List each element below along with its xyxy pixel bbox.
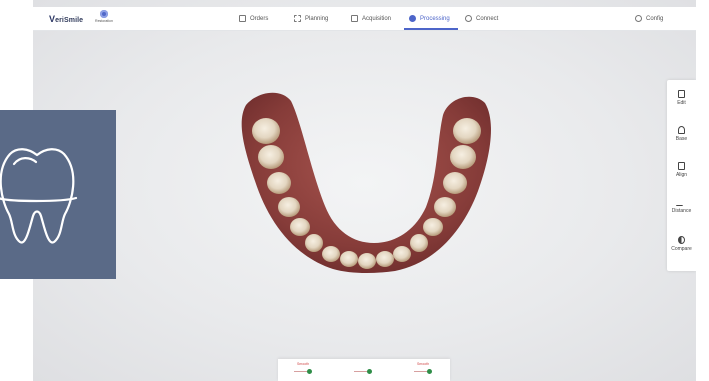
processing-icon	[409, 15, 416, 22]
top-navigation-bar: VeriSmile Restoration Orders Planning Ac…	[33, 7, 696, 31]
nav-connect-label: Connect	[476, 15, 499, 22]
smooth-toggle-1[interactable]: Smooth	[288, 362, 318, 379]
compare-tool-button[interactable]: Compare	[667, 232, 696, 266]
planning-icon	[294, 15, 301, 22]
nav-orders-label: Orders	[250, 15, 269, 22]
toggle-switch-icon	[354, 369, 372, 374]
right-toolbar: Edit Base Align Distance Compare	[667, 80, 696, 271]
nav-orders[interactable]: Orders	[239, 7, 268, 30]
distance-tool-label: Distance	[671, 208, 692, 214]
smooth-toggle-1-label: Smooth	[296, 362, 310, 366]
toggle-2[interactable]	[348, 362, 378, 379]
toggle-switch-icon	[294, 369, 312, 374]
active-tab-indicator	[404, 28, 458, 30]
base-tool-label: Base	[675, 136, 688, 142]
nav-config-label: Config	[646, 15, 664, 22]
edit-icon	[678, 90, 685, 98]
toggle-switch-icon	[414, 369, 432, 374]
toggle-2-label	[348, 362, 378, 367]
restoration-module-label: Restoration	[95, 19, 113, 23]
tooth-thumbnail-card[interactable]	[0, 110, 116, 279]
3d-model-viewport[interactable]	[33, 31, 673, 351]
orders-icon	[239, 15, 246, 22]
config-icon	[635, 15, 642, 22]
edit-tool-label: Edit	[677, 100, 686, 106]
app-logo: VeriSmile	[49, 14, 83, 24]
connect-icon	[465, 15, 472, 22]
nav-planning[interactable]: Planning	[294, 7, 328, 30]
align-tool-label: Align	[675, 172, 688, 178]
nav-acquisition[interactable]: Acquisition	[351, 7, 391, 30]
smooth-toggle-3-label: Smooth	[416, 362, 430, 366]
nav-processing[interactable]: Processing	[409, 7, 450, 30]
restoration-module-icon	[100, 10, 108, 18]
base-tool-button[interactable]: Base	[667, 122, 696, 156]
base-icon	[678, 126, 685, 134]
tooth-icon	[0, 148, 78, 244]
compare-icon	[678, 236, 685, 244]
edit-tool-button[interactable]: Edit	[667, 86, 696, 120]
distance-tool-button[interactable]: Distance	[667, 194, 696, 228]
acquisition-icon	[351, 15, 358, 22]
logo-text: eriSmile	[55, 17, 84, 24]
nav-connect[interactable]: Connect	[465, 7, 498, 30]
nav-processing-label: Processing	[420, 15, 450, 22]
align-tool-button[interactable]: Align	[667, 158, 696, 192]
nav-planning-label: Planning	[305, 15, 329, 22]
nav-acquisition-label: Acquisition	[362, 15, 392, 22]
app-window: VeriSmile Restoration Orders Planning Ac…	[33, 0, 696, 381]
align-icon	[678, 162, 685, 170]
smooth-toggle-3[interactable]: Smooth	[408, 362, 438, 379]
compare-tool-label: Compare	[671, 246, 692, 252]
bottom-toggle-bar: Smooth Smooth	[278, 359, 450, 381]
restoration-module-button[interactable]: Restoration	[90, 10, 118, 28]
nav-config[interactable]: Config	[635, 7, 663, 30]
distance-icon	[675, 198, 688, 206]
